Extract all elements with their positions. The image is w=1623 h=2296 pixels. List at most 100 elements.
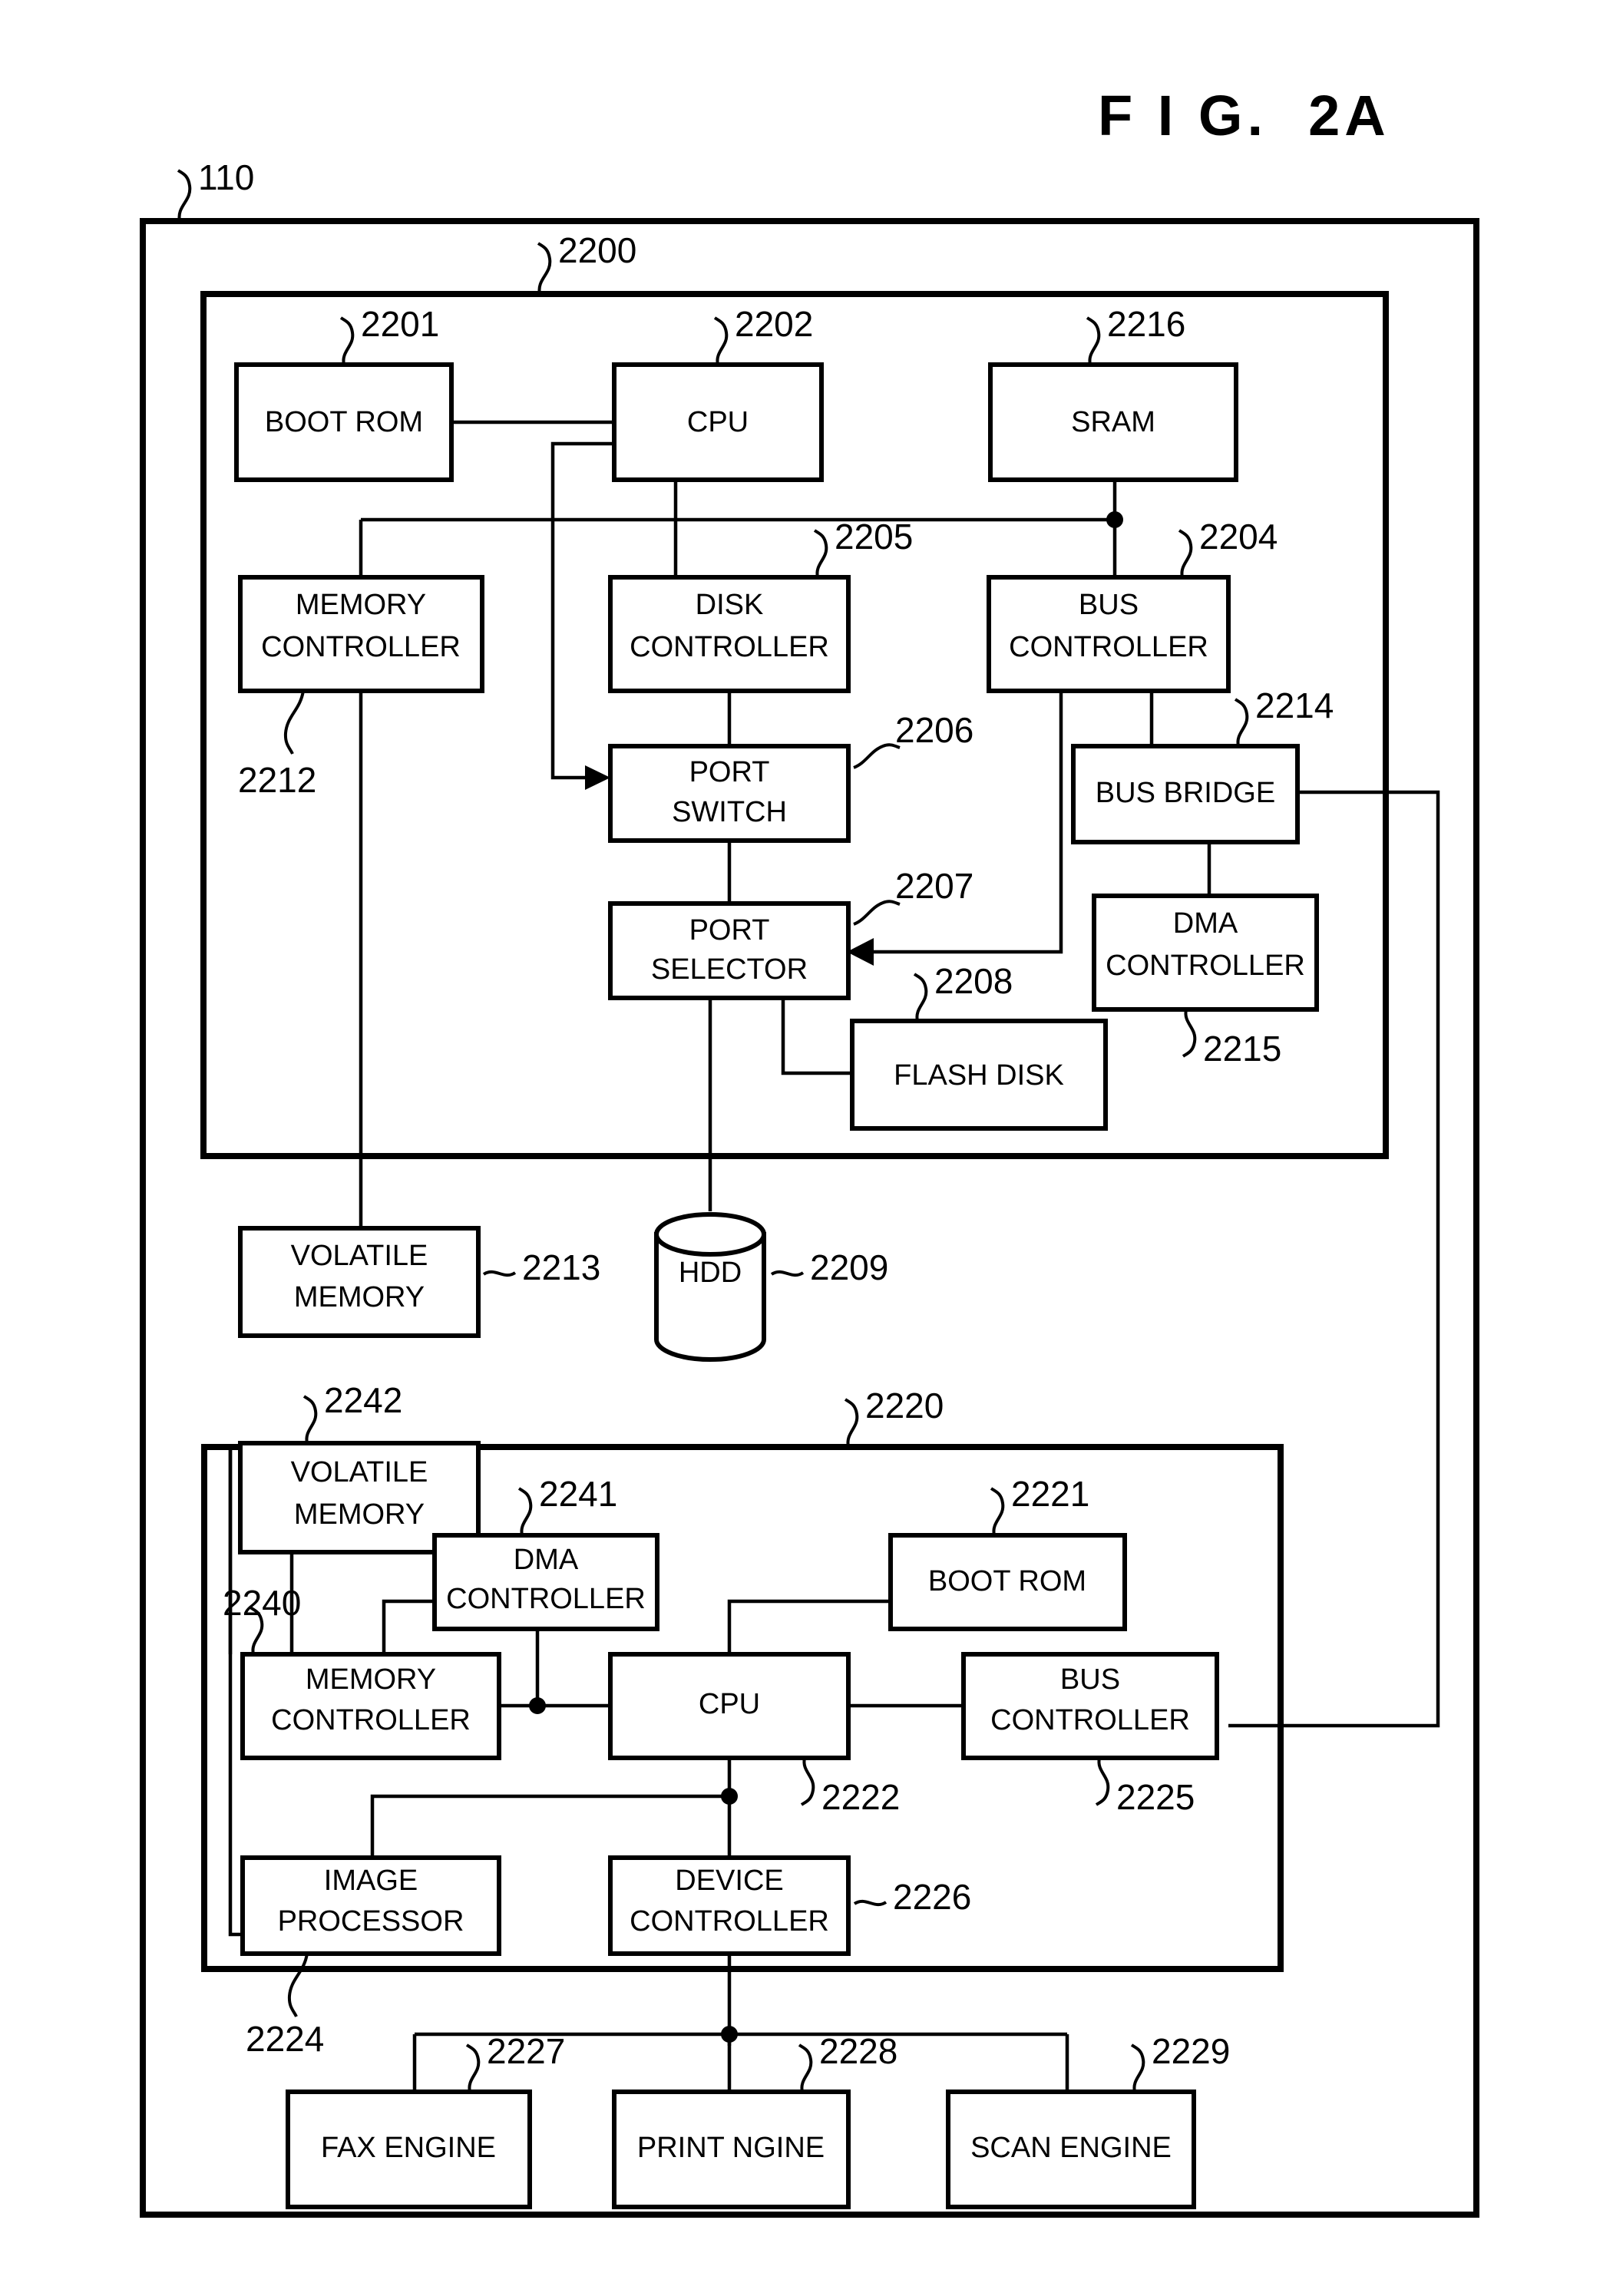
leader-2224 bbox=[287, 1953, 309, 2017]
leader-2220 bbox=[844, 1398, 859, 1448]
label-volatile-memory-upper-2: MEMORY bbox=[294, 1281, 425, 1313]
leader-2214 bbox=[1234, 698, 1249, 747]
label-device-controller-1: DEVICE bbox=[675, 1865, 783, 1897]
ref-2206: 2206 bbox=[895, 710, 973, 750]
leader-2227 bbox=[465, 2043, 481, 2093]
leader-2200 bbox=[537, 242, 552, 295]
leader-2228 bbox=[798, 2043, 813, 2093]
label-memory-controller-2-1: MEMORY bbox=[306, 1663, 436, 1696]
leader-2215 bbox=[1182, 1009, 1197, 1058]
label-bus-bridge: BUS BRIDGE bbox=[1096, 777, 1275, 809]
ref-2225: 2225 bbox=[1116, 1777, 1195, 1817]
ref-2221: 2221 bbox=[1011, 1474, 1089, 1514]
ref-2224: 2224 bbox=[246, 2019, 324, 2059]
label-bus-controller-2-1: BUS bbox=[1060, 1663, 1120, 1696]
ref-110: 110 bbox=[198, 157, 254, 197]
ref-2201: 2201 bbox=[361, 304, 439, 344]
ref-2212: 2212 bbox=[238, 760, 316, 800]
label-dma-controller-2: CONTROLLER bbox=[1106, 950, 1305, 982]
ref-2209: 2209 bbox=[810, 1247, 888, 1287]
junction-dot-cpu-devctrl bbox=[721, 1788, 738, 1805]
ref-2229: 2229 bbox=[1152, 2031, 1230, 2071]
junction-dot-memctrl-cpu bbox=[529, 1697, 546, 1714]
ref-2207: 2207 bbox=[895, 866, 973, 906]
label-bus-controller-1: BUS bbox=[1079, 589, 1139, 621]
label-volatile-memory-upper-1: VOLATILE bbox=[291, 1240, 428, 1272]
ref-2220: 2220 bbox=[865, 1386, 944, 1426]
label-cpu-2: CPU bbox=[699, 1688, 760, 1720]
leader-2207 bbox=[853, 900, 901, 926]
label-fax-engine: FAX ENGINE bbox=[321, 2132, 496, 2164]
leader-2208 bbox=[913, 973, 928, 1022]
ref-2204: 2204 bbox=[1199, 517, 1278, 557]
ref-2242: 2242 bbox=[324, 1380, 402, 1420]
ref-2222: 2222 bbox=[821, 1777, 900, 1817]
arrowhead-busctrl-portselector bbox=[847, 938, 874, 966]
leader-110 bbox=[177, 169, 192, 222]
ref-2226: 2226 bbox=[893, 1877, 971, 1917]
label-print-engine: PRINT NGINE bbox=[637, 2132, 825, 2164]
label-volatile-memory-lower-2: MEMORY bbox=[294, 1498, 425, 1531]
leader-2212 bbox=[283, 690, 305, 755]
label-sram: SRAM bbox=[1071, 406, 1155, 438]
label-volatile-memory-lower-1: VOLATILE bbox=[291, 1456, 428, 1488]
ref-2200: 2200 bbox=[558, 230, 636, 270]
label-port-selector-1: PORT bbox=[689, 914, 770, 946]
leader-2225 bbox=[1095, 1757, 1110, 1806]
junction-dot-sram-bus bbox=[1106, 511, 1123, 528]
label-port-switch-2: SWITCH bbox=[672, 796, 787, 828]
block-diagram: 110 2200 BOOT ROM 2201 CPU 2202 SRAM 221… bbox=[140, 157, 1479, 2218]
label-dma-controller-1: DMA bbox=[1173, 907, 1238, 940]
leader-2213 bbox=[482, 1270, 517, 1277]
leader-2209 bbox=[770, 1270, 805, 1277]
arrowhead-cpu-portswitch bbox=[585, 765, 610, 790]
leader-2205 bbox=[813, 529, 828, 578]
label-boot-rom: BOOT ROM bbox=[265, 406, 423, 438]
ref-2240: 2240 bbox=[223, 1583, 301, 1623]
leader-2204 bbox=[1178, 529, 1193, 578]
leader-2242 bbox=[302, 1395, 318, 1444]
ref-2227: 2227 bbox=[487, 2031, 565, 2071]
leader-2216 bbox=[1086, 316, 1101, 365]
label-bus-controller-2-2: CONTROLLER bbox=[990, 1704, 1190, 1736]
leader-2222 bbox=[800, 1757, 815, 1806]
ref-2208: 2208 bbox=[934, 961, 1013, 1001]
wire-cpu2-imageproc bbox=[370, 1794, 729, 1858]
leader-2206 bbox=[853, 743, 901, 769]
leader-2202 bbox=[713, 316, 729, 365]
leader-2241 bbox=[517, 1487, 533, 1536]
label-disk-controller-2: CONTROLLER bbox=[630, 631, 829, 663]
leader-2226 bbox=[853, 1899, 888, 1907]
label-memory-controller-2-2: CONTROLLER bbox=[271, 1704, 471, 1736]
wire-dma-memctrl bbox=[382, 1599, 435, 1654]
leader-2201 bbox=[339, 316, 355, 365]
figure-page: F I G. 2A 110 2200 BOOT ROM 2201 CPU 220… bbox=[0, 0, 1623, 2296]
label-flash-disk: FLASH DISK bbox=[894, 1059, 1064, 1092]
label-hdd: HDD bbox=[679, 1257, 742, 1289]
label-port-switch-1: PORT bbox=[689, 756, 770, 788]
label-image-processor-1: IMAGE bbox=[324, 1865, 418, 1897]
label-scan-engine: SCAN ENGINE bbox=[970, 2132, 1172, 2164]
ref-2215: 2215 bbox=[1203, 1029, 1281, 1069]
wire-portselector-flashdisk bbox=[781, 998, 852, 1075]
label-memory-controller-1: MEMORY bbox=[296, 589, 426, 621]
label-device-controller-2: CONTROLLER bbox=[630, 1905, 829, 1938]
label-port-selector-2: SELECTOR bbox=[651, 953, 808, 986]
label-bus-controller-2: CONTROLLER bbox=[1009, 631, 1208, 663]
label-dma-controller-2-1: DMA bbox=[514, 1544, 579, 1576]
ref-2228: 2228 bbox=[819, 2031, 897, 2071]
ref-2213: 2213 bbox=[522, 1247, 600, 1287]
ref-2216: 2216 bbox=[1107, 304, 1185, 344]
leader-2221 bbox=[990, 1487, 1005, 1536]
label-memory-controller-2: CONTROLLER bbox=[261, 631, 461, 663]
label-boot-rom-2: BOOT ROM bbox=[928, 1565, 1086, 1597]
leader-2229 bbox=[1130, 2043, 1145, 2093]
ref-2205: 2205 bbox=[835, 517, 913, 557]
ref-2241: 2241 bbox=[539, 1474, 617, 1514]
ref-2202: 2202 bbox=[735, 304, 813, 344]
wire-cpu-portswitch bbox=[550, 441, 614, 780]
label-cpu: CPU bbox=[687, 406, 749, 438]
wire-bootrom2-cpu2 bbox=[727, 1599, 891, 1654]
ref-2214: 2214 bbox=[1255, 685, 1334, 725]
label-disk-controller-1: DISK bbox=[696, 589, 764, 621]
